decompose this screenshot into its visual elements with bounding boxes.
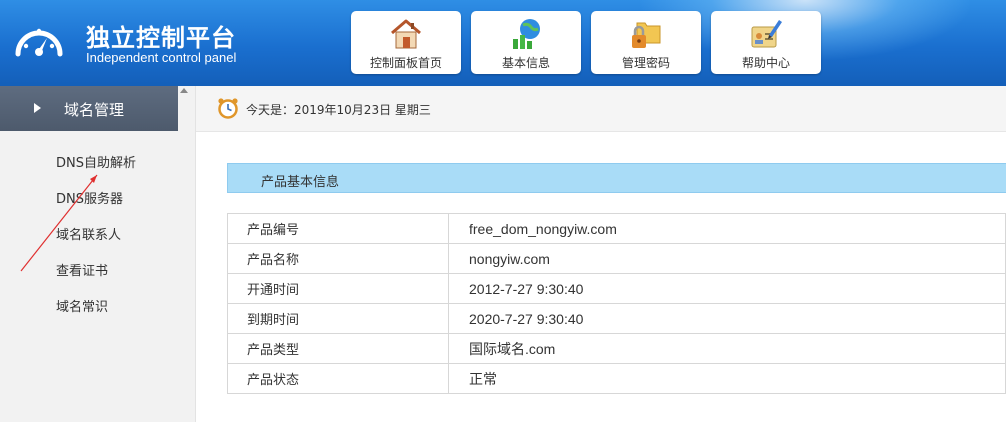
table-row: 产品名称 nongyiw.com <box>227 243 1006 274</box>
nav-button-help[interactable]: 帮助中心 <box>711 11 821 74</box>
row-key-expire-time: 到期时间 <box>227 303 449 334</box>
red-annotation-arrow-icon <box>20 174 98 272</box>
table-row: 产品状态 正常 <box>227 363 1006 394</box>
triangle-right-icon <box>34 103 41 113</box>
sidebar-heading-domain-management[interactable]: 域名管理 <box>0 86 178 131</box>
product-info-table: 产品编号 free_dom_nongyiw.com 产品名称 nongyiw.c… <box>227 213 1006 394</box>
sidebar-item-domain-contact[interactable]: 域名联系人 <box>56 224 121 243</box>
alarm-clock-icon <box>218 98 238 119</box>
nav-button-basic-info[interactable]: 基本信息 <box>471 11 581 74</box>
row-value-product-id: free_dom_nongyiw.com <box>448 213 1006 244</box>
table-row: 开通时间 2012-7-27 9:30:40 <box>227 273 1006 304</box>
nav-label-basic-info: 基本信息 <box>501 56 550 70</box>
lock-folder-icon <box>632 22 661 48</box>
row-value-product-type: 国际域名.com <box>448 333 1006 364</box>
panel-title: 产品基本信息 <box>261 175 340 190</box>
brand-subtitle: Independent control panel <box>86 50 237 65</box>
row-value-expire-time: 2020-7-27 9:30:40 <box>448 303 1006 334</box>
table-row: 产品编号 free_dom_nongyiw.com <box>227 213 1006 244</box>
sidebar-item-dns-self-resolve[interactable]: DNS自助解析 <box>56 152 136 171</box>
table-row: 到期时间 2020-7-27 9:30:40 <box>227 303 1006 334</box>
sidebar-item-dns-server[interactable]: DNS服务器 <box>56 188 123 207</box>
sidebar-heading-label: 域名管理 <box>64 101 125 119</box>
edit-document-icon <box>751 20 782 48</box>
table-row: 产品类型 国际域名.com <box>227 333 1006 364</box>
panel-title-bar: 产品基本信息 <box>227 163 1006 193</box>
today-date-text: 今天是：2019年10月23日 星期三 <box>246 103 431 117</box>
nav-button-password[interactable]: 管理密码 <box>591 11 701 74</box>
nav-label-password: 管理密码 <box>621 56 670 70</box>
sidebar: 域名管理 DNS自助解析 DNS服务器 域名联系人 查看证书 域名常识 <box>0 86 196 422</box>
row-value-open-time: 2012-7-27 9:30:40 <box>448 273 1006 304</box>
globe-chart-icon <box>513 19 540 49</box>
date-bar: 今天是：2019年10月23日 星期三 <box>196 86 1006 132</box>
brand-title: 独立控制平台 <box>86 24 236 52</box>
nav-label-home: 控制面板首页 <box>369 56 442 70</box>
nav-button-home[interactable]: 控制面板首页 <box>351 11 461 74</box>
row-value-product-status: 正常 <box>448 363 1006 394</box>
row-key-product-type: 产品类型 <box>227 333 449 364</box>
row-key-product-name: 产品名称 <box>227 243 449 274</box>
row-key-open-time: 开通时间 <box>227 273 449 304</box>
sidebar-item-domain-knowledge[interactable]: 域名常识 <box>56 296 108 315</box>
speedometer-logo-icon <box>15 28 63 57</box>
row-value-product-name: nongyiw.com <box>448 243 1006 274</box>
scroll-up-arrow-icon[interactable] <box>180 88 188 93</box>
sidebar-item-view-certificate[interactable]: 查看证书 <box>56 260 108 279</box>
row-key-product-id: 产品编号 <box>227 213 449 244</box>
row-key-product-status: 产品状态 <box>227 363 449 394</box>
top-header: 独立控制平台 Independent control panel 控制面板首页 … <box>0 0 1006 86</box>
nav-label-help: 帮助中心 <box>741 56 790 70</box>
home-icon <box>391 19 421 49</box>
